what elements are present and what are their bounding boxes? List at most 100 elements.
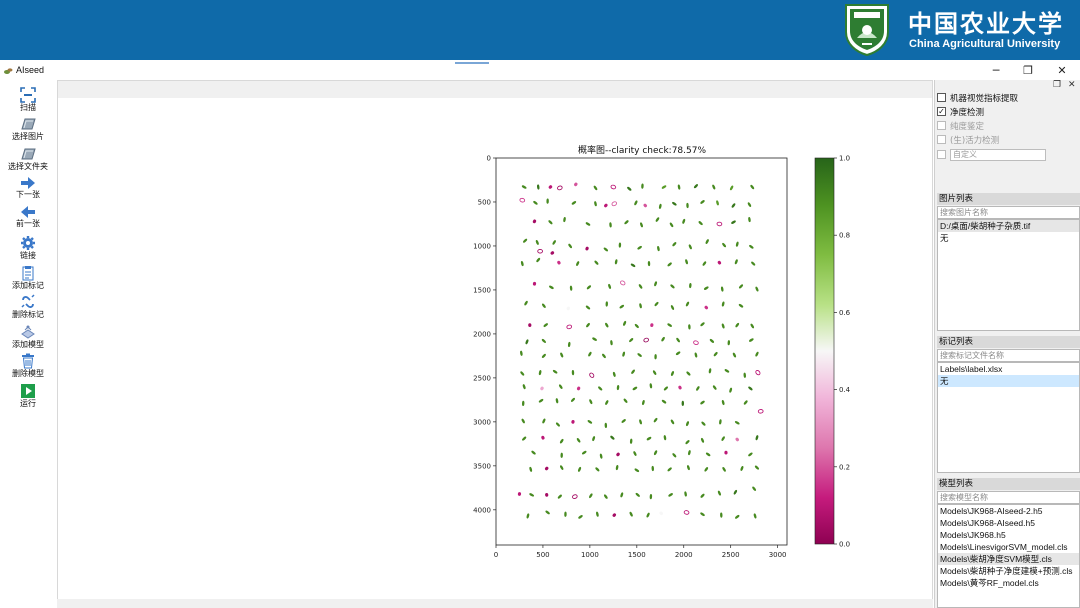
list-item[interactable]: Models\JK968-AIseed-2.h5 — [938, 505, 1079, 517]
window-title: AIseed — [16, 65, 45, 75]
y-tick-label: 1000 — [473, 242, 491, 250]
y-tick-label: 2000 — [473, 330, 491, 338]
trash-icon — [22, 353, 34, 369]
colorbar-tick-label: 0.8 — [839, 232, 850, 240]
run-button[interactable]: 运行 — [0, 383, 56, 411]
folder-icon — [21, 148, 36, 160]
option-purity-label: 纯度鉴定 — [950, 121, 985, 132]
list-item[interactable]: 无 — [938, 375, 1079, 387]
list-item[interactable]: 无 — [938, 232, 1079, 244]
workspace-scroll-strip[interactable] — [57, 599, 933, 608]
close-button[interactable]: ✕ — [1052, 63, 1072, 79]
x-axis: 0 500 1000 1500 2000 2500 3000 — [494, 545, 787, 559]
delete-label-button[interactable]: 删除标记 — [0, 294, 56, 322]
dock-close-button[interactable]: ✕ — [1068, 80, 1076, 90]
colorbar-tick-label: 0.2 — [839, 463, 850, 471]
university-seal-logo — [845, 4, 889, 56]
option-purity[interactable]: 纯度鉴定 — [937, 119, 984, 132]
window-titlebar: AIseed ─ ❐ ✕ — [0, 62, 1080, 80]
label-search-input[interactable]: 搜索标记文件名称 — [937, 349, 1080, 362]
add-model-button[interactable]: 添加模型 — [0, 324, 56, 352]
list-item[interactable]: Models\JK968-AIseed.h5 — [938, 517, 1079, 529]
option-clarity-label: 净度检测 — [950, 107, 985, 118]
y-tick-label: 3000 — [473, 418, 491, 426]
play-icon — [21, 384, 35, 398]
select-folder-button[interactable]: 选择文件夹 — [0, 146, 56, 174]
image-search-input[interactable]: 搜索图片名称 — [937, 206, 1080, 219]
left-toolbar: 扫描 选择图片 选择文件夹 下一张 前一张 链接 添加标记 删除标记 添加模型 … — [0, 80, 56, 608]
model-list: Models\JK968-AIseed-2.h5 Models\JK968-AI… — [937, 504, 1080, 608]
model-search-input[interactable]: 搜索模型名称 — [937, 491, 1080, 504]
select-folder-label: 选择文件夹 — [8, 162, 48, 171]
x-tick-label: 1000 — [581, 551, 599, 559]
delete-label-icon — [21, 294, 35, 308]
arrow-right-icon — [21, 177, 35, 189]
colorbar-tick-label: 0.0 — [839, 541, 850, 549]
list-item[interactable]: Models\JK968.h5 — [938, 529, 1079, 541]
option-vigor[interactable]: (生)活力检测 — [937, 133, 999, 146]
workspace-header-strip — [58, 81, 932, 98]
option-vision-metrics-label: 机器视觉指标提取 — [950, 93, 1019, 104]
x-tick-label: 2500 — [722, 551, 740, 559]
dock-float-button[interactable]: ❐ — [1053, 80, 1061, 90]
custom-option-input[interactable]: 自定义 — [950, 148, 1046, 161]
right-dock-panel: ❐ ✕ 机器视觉指标提取 ✓ 净度检测 纯度鉴定 (生)活力检测 自定义 图片列… — [934, 80, 1080, 608]
delete-label-label: 删除标记 — [12, 310, 44, 319]
previous-button[interactable]: 前一张 — [0, 205, 56, 233]
add-label-icon — [22, 266, 34, 281]
x-tick-label: 0 — [494, 551, 498, 559]
list-item[interactable]: Models\黄芩RF_model.cls — [938, 577, 1079, 589]
colorbar-tick-label: 1.0 — [839, 155, 850, 163]
university-name-en: China Agricultural University — [909, 38, 1061, 50]
option-clarity-check[interactable]: ✓ 净度检测 — [937, 105, 984, 118]
delete-model-label: 删除模型 — [12, 369, 44, 378]
add-label-button[interactable]: 添加标记 — [0, 265, 56, 293]
probability-plot: 概率图--clarity check:78.57% 0 500 1000 1500 20… — [473, 144, 851, 559]
list-item[interactable]: Models\柴胡净度SVM模型.cls — [938, 553, 1079, 565]
seed-app-icon — [4, 68, 13, 74]
add-label-label: 添加标记 — [12, 281, 44, 290]
option-clarity-checkbox[interactable]: ✓ — [937, 107, 946, 116]
list-item[interactable]: D:/桌面/柴胡种子杂质.tif — [938, 220, 1079, 232]
label-list-title: 标记列表 — [937, 336, 1080, 348]
previous-label: 前一张 — [16, 219, 40, 228]
y-tick-label: 3500 — [473, 462, 491, 470]
add-model-label: 添加模型 — [12, 340, 44, 349]
scan-label: 扫描 — [20, 103, 36, 112]
scan-button[interactable]: 扫描 — [0, 87, 56, 115]
link-button[interactable]: 链接 — [0, 235, 56, 263]
delete-model-button[interactable]: 删除模型 — [0, 353, 56, 381]
y-axis: 0 500 1000 1500 2000 2500 3000 3500 4000 — [473, 155, 496, 514]
option-vigor-label: (生)活力检测 — [950, 135, 1000, 146]
option-purity-checkbox[interactable] — [937, 121, 946, 130]
option-custom[interactable]: 自定义 — [937, 148, 1046, 161]
option-vision-metrics[interactable]: 机器视觉指标提取 — [937, 91, 1018, 104]
plot-frame — [495, 157, 788, 546]
select-image-button[interactable]: 选择图片 — [0, 116, 56, 144]
scan-icon — [20, 87, 36, 103]
y-tick-label: 1500 — [473, 286, 491, 294]
list-item[interactable]: Models\LinesvigorSVM_model.cls — [938, 541, 1079, 553]
arrow-left-icon — [21, 206, 35, 218]
option-vigor-checkbox[interactable] — [937, 135, 946, 144]
list-item[interactable]: Labels\label.xlsx — [938, 363, 1079, 375]
minimize-button[interactable]: ─ — [986, 63, 1006, 79]
x-tick-label: 3000 — [769, 551, 787, 559]
add-model-icon — [21, 325, 35, 339]
colorbar-ticks: 0.0 0.2 0.4 0.6 0.8 1.0 — [834, 155, 851, 549]
x-tick-label: 500 — [536, 551, 549, 559]
image-icon — [21, 118, 36, 130]
option-vision-metrics-checkbox[interactable] — [937, 93, 946, 102]
list-item[interactable]: Models\柴胡种子净度建模+预测.cls — [938, 565, 1079, 577]
gear-icon — [21, 236, 35, 250]
next-button[interactable]: 下一张 — [0, 176, 56, 204]
label-list: Labels\label.xlsx 无 — [937, 362, 1080, 473]
y-tick-label: 500 — [478, 198, 491, 206]
image-list: D:/桌面/柴胡种子杂质.tif 无 — [937, 219, 1080, 331]
maximize-button[interactable]: ❐ — [1018, 63, 1038, 79]
seed-point — [681, 400, 685, 406]
title-accent-line — [455, 62, 489, 64]
x-tick-label: 2000 — [675, 551, 693, 559]
option-custom-checkbox[interactable] — [937, 150, 946, 159]
model-list-title: 模型列表 — [937, 478, 1080, 490]
